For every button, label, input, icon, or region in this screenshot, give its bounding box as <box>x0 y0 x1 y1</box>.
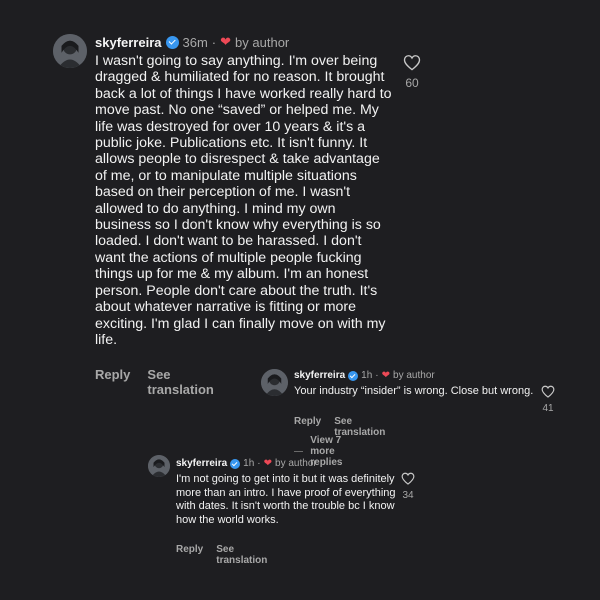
username[interactable]: skyferreira <box>176 458 227 469</box>
by-author-label: by author <box>393 370 435 381</box>
separator: · <box>375 370 379 381</box>
like-button[interactable]: 60 <box>398 54 426 90</box>
comment-actions: Reply See translation <box>95 367 214 397</box>
heart-outline-icon[interactable] <box>403 54 421 71</box>
heart-outline-icon[interactable] <box>541 385 555 398</box>
heart-outline-icon[interactable] <box>401 472 415 485</box>
separator: · <box>257 458 261 469</box>
heart-icon: ❤ <box>220 34 232 49</box>
verified-badge-icon <box>348 370 359 381</box>
comment-header: skyferreira 1h · ❤ by author <box>294 370 435 381</box>
avatar[interactable] <box>53 34 87 68</box>
heart-icon: ❤ <box>381 370 391 381</box>
avatar[interactable] <box>148 455 170 477</box>
like-button[interactable]: 41 <box>537 385 559 414</box>
username[interactable]: skyferreira <box>294 370 345 381</box>
timestamp: 1h <box>243 458 255 469</box>
reply-button[interactable]: Reply <box>176 544 203 566</box>
avatar[interactable] <box>261 369 288 396</box>
username[interactable]: skyferreira <box>95 35 162 50</box>
comment-text: I wasn't going to say anything. I'm over… <box>95 53 392 348</box>
like-button[interactable]: 34 <box>397 472 419 501</box>
see-translation-button[interactable]: See translation <box>216 544 267 566</box>
separator: · <box>211 34 217 50</box>
comment-header: skyferreira 36m · ❤ by author <box>95 34 289 50</box>
comment-text: Your industry “insider” is wrong. Close … <box>294 385 534 397</box>
verified-badge-icon <box>165 35 179 49</box>
timestamp: 36m <box>182 34 208 50</box>
reply-button[interactable]: Reply <box>95 367 130 397</box>
see-translation-button[interactable]: See translation <box>147 367 213 397</box>
timestamp: 1h <box>361 370 373 381</box>
divider <box>294 451 304 452</box>
like-count: 60 <box>405 76 419 90</box>
by-author-label: by author <box>275 458 317 469</box>
by-author-label: by author <box>235 34 290 50</box>
comment-header: skyferreira 1h · ❤ by author <box>176 458 317 469</box>
comment-actions: Reply See translation <box>176 544 267 566</box>
heart-icon: ❤ <box>263 458 273 469</box>
comment-text: I'm not going to get into it but it was … <box>176 473 396 526</box>
like-count: 41 <box>542 403 554 414</box>
verified-badge-icon <box>230 458 241 469</box>
like-count: 34 <box>402 490 414 501</box>
